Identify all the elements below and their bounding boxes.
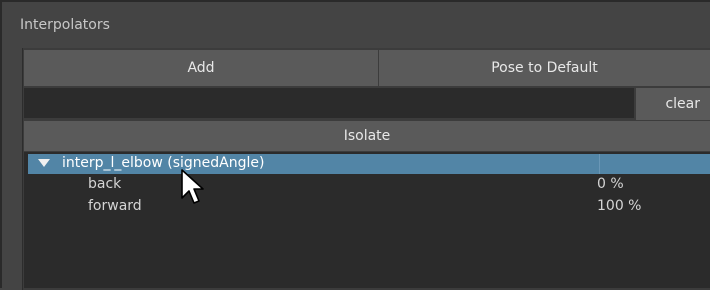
filter-input[interactable]	[24, 88, 634, 118]
tree-child-back[interactable]: back	[88, 176, 121, 192]
panel-left-border	[0, 0, 2, 288]
interpolators-panel: Interpolators Add Pose to Default clear …	[0, 0, 710, 290]
tree-item-interp-l-elbow[interactable]: interp_l_elbow (signedAngle)	[28, 154, 710, 174]
pose-to-default-button[interactable]: Pose to Default	[379, 50, 710, 86]
panel-title: Interpolators	[20, 17, 110, 33]
panel-top-border	[0, 0, 710, 2]
interpolator-tree[interactable]: interp_l_elbow (signedAngle) back 0 % fo…	[24, 152, 710, 288]
triangle-down-icon[interactable]	[38, 159, 50, 167]
tree-child-back-value: 0 %	[597, 176, 624, 192]
tree-item-label: interp_l_elbow (signedAngle)	[62, 155, 265, 171]
tree-child-forward-value: 100 %	[597, 198, 642, 214]
mouse-pointer-icon	[180, 168, 206, 212]
add-button[interactable]: Add	[24, 50, 378, 86]
tree-child-forward[interactable]: forward	[88, 198, 142, 214]
isolate-button[interactable]: Isolate	[24, 121, 710, 151]
clear-button[interactable]: clear	[636, 88, 710, 120]
column-divider	[599, 154, 600, 174]
